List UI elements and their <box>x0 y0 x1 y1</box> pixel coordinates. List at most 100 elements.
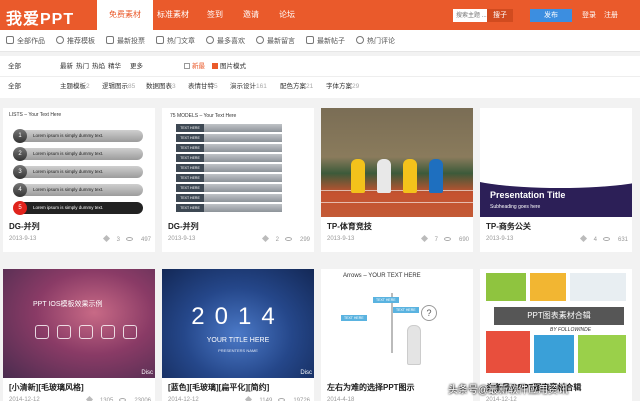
filter-check-image-mode[interactable]: 图片模式 <box>212 58 246 76</box>
site-logo[interactable]: 我爱PPT <box>6 5 74 29</box>
like-count: 2 <box>275 237 279 243</box>
card-title[interactable]: [蓝色][毛玻璃][扁平化][简约] <box>168 382 269 393</box>
card-thumbnail[interactable]: PPT图表素材合辑 BY FOLLOWINDE <box>480 269 632 378</box>
heart-icon <box>579 234 587 243</box>
signpost-arrow: TEXT HERE <box>373 297 399 303</box>
cloud-icon <box>123 325 137 339</box>
subnav-latest-comments[interactable]: 最新留言 <box>256 36 295 48</box>
person-figure <box>407 325 421 365</box>
subnav-recommended[interactable]: 推荐模板 <box>56 36 95 48</box>
card-title[interactable]: [小清新][毛玻璃风格] <box>9 382 84 393</box>
grid-icon <box>6 36 14 44</box>
template-card[interactable]: LISTS – Your Text Here 1 Lorem ipsum is s… <box>3 108 155 252</box>
card-meta: 2014-12-12 1149 19726 <box>168 395 310 401</box>
model-bar: TEXT HERE <box>176 134 282 142</box>
subnav-latest-votes[interactable]: 最新投票 <box>106 36 145 48</box>
nav-tab-invite[interactable]: 邀请 <box>236 0 266 30</box>
publish-button[interactable]: 发布 <box>530 9 572 22</box>
sort-more[interactable]: 更多 <box>130 58 143 76</box>
model-bar: TEXT HERE <box>176 144 282 152</box>
card-thumbnail[interactable]: 75 MODELS – Your Text Here TEXT HERE TEX… <box>162 108 314 217</box>
filter-check-newest[interactable]: 新最 <box>184 58 205 76</box>
search-button[interactable]: 搜子 <box>487 9 513 22</box>
search-input[interactable] <box>453 9 487 22</box>
clock-icon <box>256 36 264 44</box>
like-count: 4 <box>593 237 597 243</box>
sort-hot[interactable]: 热门 <box>76 58 89 76</box>
filter-divider <box>0 76 640 77</box>
thumb-title: YOUR TITLE HERE <box>206 337 270 344</box>
chart-tile <box>578 335 626 373</box>
sort-featured[interactable]: 精华 <box>108 58 121 76</box>
template-card[interactable]: Presentation Title Subheading goes here … <box>480 108 632 252</box>
subnav-hot-comments[interactable]: 热门评论 <box>356 36 395 48</box>
checkbox-checked-icon <box>212 63 218 69</box>
sort-latest[interactable]: 最新 <box>60 58 73 76</box>
card-date: 2014-12-12 <box>168 397 199 401</box>
thumb-banner: PPT图表素材合辑 <box>494 307 624 325</box>
card-title[interactable]: TP-商务公关 <box>486 221 531 232</box>
nav-tab-standard-material[interactable]: 标准素材 <box>153 0 193 30</box>
nav-tab-free-material[interactable]: 免费素材 <box>97 0 153 30</box>
category-presentation-design[interactable]: 演示设计161 <box>230 78 267 96</box>
list-item: 2 Lorem ipsum is simply dummy text. <box>13 147 143 161</box>
card-title[interactable]: TP-体育竞技 <box>327 221 372 232</box>
sub-navigation: 全部作品 推荐模板 最新投票 热门文章 最多喜欢 最新留言 最新帖子 热门评论 <box>0 30 640 52</box>
category-logic-diagram[interactable]: 逻辑图示85 <box>102 78 135 96</box>
nav-tab-checkin[interactable]: 签到 <box>200 0 230 30</box>
model-bar: TEXT HERE <box>176 164 282 172</box>
filter-label-all[interactable]: 全部 <box>8 58 21 76</box>
nav-tab-forum[interactable]: 论坛 <box>272 0 302 30</box>
register-link[interactable]: 注册 <box>604 10 618 20</box>
list-item: 5 Lorem ipsum is simply dummy text. <box>13 201 143 215</box>
thumb-corner-text: Disc <box>141 370 153 376</box>
card-title[interactable]: DG-并列 <box>9 221 40 232</box>
card-meta: 2013-9-13 3 497 <box>9 234 151 243</box>
track-lane <box>321 202 473 203</box>
subnav-hot-articles[interactable]: 热门文章 <box>156 36 195 48</box>
category-theme-template[interactable]: 主题模板2 <box>60 78 90 96</box>
eye-icon <box>443 237 451 241</box>
template-card[interactable]: 75 MODELS – Your Text Here TEXT HERE TEX… <box>162 108 314 252</box>
thumb-author: BY FOLLOWINDE <box>550 327 592 333</box>
filter-panel: 全部 最新 热门 热焰 精华 更多 新最 图片模式 全部 主题模板2 逻辑图示8… <box>0 56 640 98</box>
category-label-all[interactable]: 全部 <box>8 78 21 96</box>
thumb-corner-text: Disc <box>300 370 312 376</box>
heart-icon <box>85 395 93 401</box>
subnav-most-liked[interactable]: 最多喜欢 <box>206 36 245 48</box>
card-title[interactable]: 左右为难的选择PPT图示 <box>327 382 415 393</box>
template-card[interactable]: PPT IOS模板效果示例 Disc [小清新][毛玻璃风格] 2014-12-… <box>3 269 155 401</box>
template-card[interactable]: 2014 YOUR TITLE HERE PRESENTERS NAME Dis… <box>162 269 314 401</box>
category-font-scheme[interactable]: 字体方案29 <box>326 78 359 96</box>
card-thumbnail[interactable]: 2014 YOUR TITLE HERE PRESENTERS NAME Dis… <box>162 269 314 378</box>
card-thumbnail[interactable]: LISTS – Your Text Here 1 Lorem ipsum is s… <box>3 108 155 217</box>
template-card[interactable]: TP-体育竞技 2013-9-13 7 690 <box>321 108 473 252</box>
card-meta: 2014-12-12 1305 23006 <box>9 395 151 401</box>
subnav-latest-posts[interactable]: 最新帖子 <box>306 36 345 48</box>
card-meta: 2014-4-18 <box>327 397 469 401</box>
card-thumbnail[interactable]: Presentation Title Subheading goes here <box>480 108 632 217</box>
eye-icon <box>284 237 292 241</box>
chart-tile <box>534 335 574 373</box>
category-color-scheme[interactable]: 配色方案21 <box>280 78 313 96</box>
login-link[interactable]: 登录 <box>582 10 596 20</box>
category-data-chart[interactable]: 数据图表3 <box>146 78 176 96</box>
thumb-subtitle: Subheading goes here <box>490 204 541 210</box>
model-bar: TEXT HERE <box>176 184 282 192</box>
thumb-title: Arrows – YOUR TEXT HERE <box>343 273 421 279</box>
card-thumbnail[interactable]: Arrows – YOUR TEXT HERE TEXT HERE TEXT H… <box>321 269 473 378</box>
sort-trending[interactable]: 热焰 <box>92 58 105 76</box>
heart-icon <box>245 395 253 401</box>
category-gantt[interactable]: 表情甘特5 <box>188 78 218 96</box>
card-meta: 2013-9-13 2 299 <box>168 234 310 243</box>
card-thumbnail[interactable] <box>321 108 473 217</box>
card-title[interactable]: DG-并列 <box>168 221 199 232</box>
chart-tile <box>530 273 566 301</box>
card-thumbnail[interactable]: PPT IOS模板效果示例 Disc <box>3 269 155 378</box>
card-date: 2014-4-18 <box>327 397 355 401</box>
card-date: 2013-9-13 <box>327 236 355 242</box>
heart-icon <box>102 234 110 243</box>
subnav-all-works[interactable]: 全部作品 <box>6 36 45 48</box>
heart-icon <box>420 234 428 243</box>
thumb-wave <box>480 158 632 188</box>
